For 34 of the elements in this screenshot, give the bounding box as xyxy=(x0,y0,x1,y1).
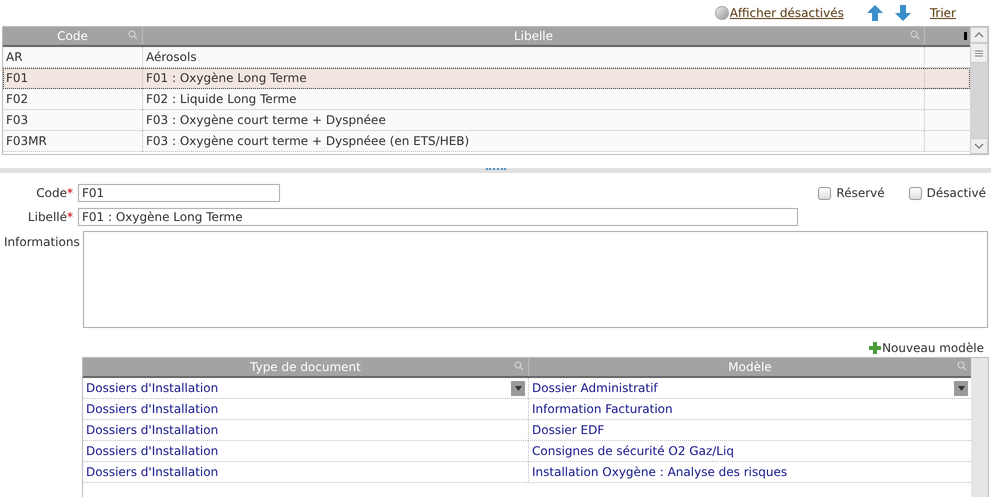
caret-icon xyxy=(514,386,522,390)
sort-link[interactable]: Trier xyxy=(930,4,956,22)
table-cell[interactable]: F03 : Oxygène court terme + Dyspnéee (en ETS/HEB) xyxy=(142,131,924,152)
caret-icon xyxy=(958,386,964,390)
dropdown-button[interactable] xyxy=(511,380,525,396)
search-icon[interactable] xyxy=(128,30,138,40)
dropdown-button[interactable] xyxy=(954,380,968,396)
scroll-down-icon[interactable] xyxy=(970,138,988,154)
table-cell[interactable]: Dossiers d'Installation xyxy=(83,462,528,483)
checkbox[interactable] xyxy=(818,186,832,200)
scrollbar[interactable] xyxy=(970,27,988,154)
search-icon[interactable] xyxy=(514,361,524,371)
checkbox-label: Désactivé xyxy=(926,185,986,202)
search-icon[interactable] xyxy=(910,30,920,40)
text-field[interactable]: F01 xyxy=(78,184,280,202)
scroll-up-icon[interactable] xyxy=(970,27,988,43)
text-area[interactable] xyxy=(83,231,988,328)
table-cell[interactable]: Installation Oxygène : Analyse des risques xyxy=(528,462,971,483)
checkbox[interactable] xyxy=(908,186,922,200)
scroll-thumb[interactable] xyxy=(970,43,988,63)
table-cell[interactable] xyxy=(924,131,969,152)
table-cell[interactable]: F03MR xyxy=(3,131,142,152)
checkbox-label: Réservé xyxy=(836,185,885,202)
search-icon[interactable] xyxy=(957,361,967,371)
field-label: Informations xyxy=(3,234,81,251)
plus-icon xyxy=(869,342,882,354)
field-label: Code* xyxy=(35,185,74,202)
arrow-down-icon[interactable] xyxy=(894,4,912,22)
scrollbar[interactable] xyxy=(971,358,988,497)
new-model-button[interactable]: Nouveau modèle xyxy=(869,339,984,357)
toggle-icon[interactable] xyxy=(714,6,729,20)
field-label: Libellé* xyxy=(26,209,74,226)
text-field[interactable]: F01 : Oxygène Long Terme xyxy=(78,208,798,226)
arrow-up-icon[interactable] xyxy=(866,4,884,22)
